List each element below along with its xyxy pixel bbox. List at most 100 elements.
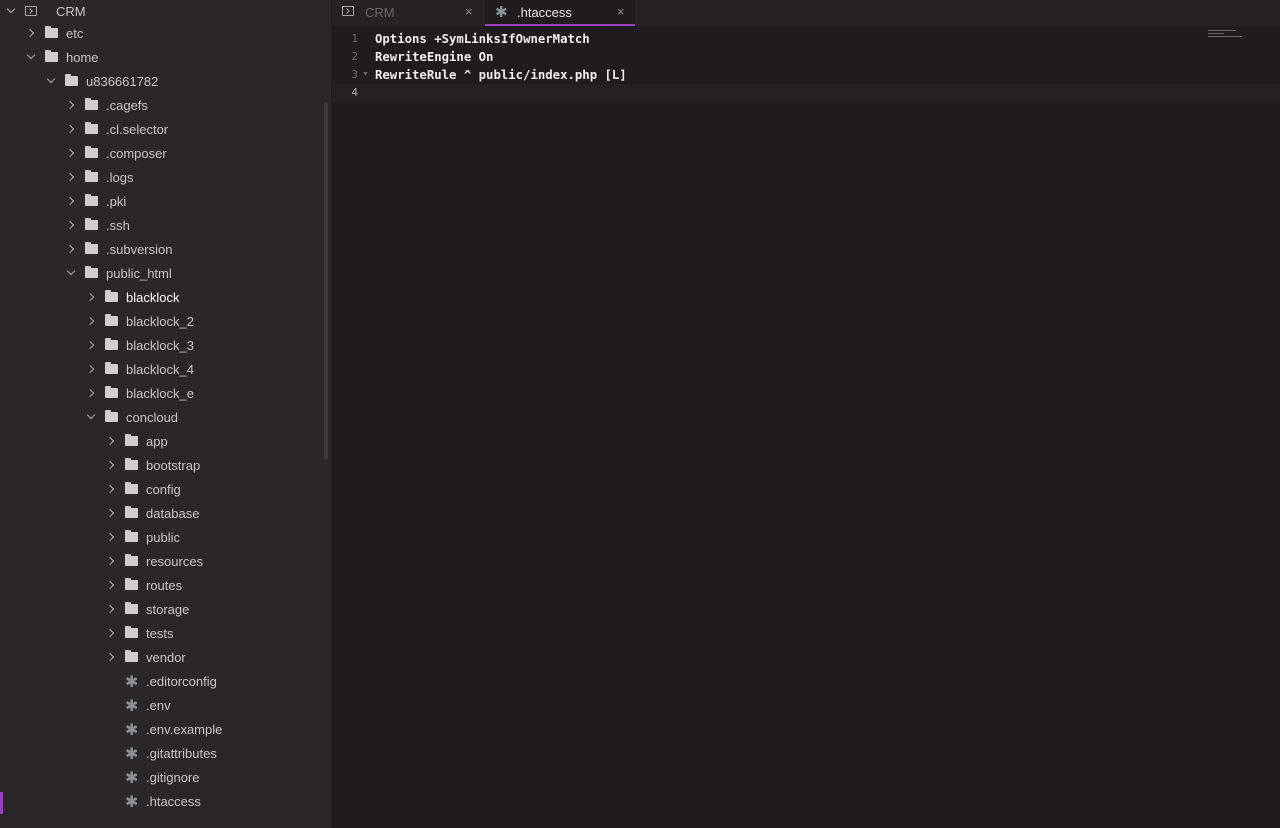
tab-crm[interactable]: CRM × <box>332 0 482 26</box>
tab-title: .htaccess <box>517 5 572 20</box>
chevron-right-icon[interactable] <box>65 196 75 206</box>
line-number: 4 <box>351 86 358 99</box>
tree-folder-bootstrap[interactable]: bootstrap <box>0 454 331 478</box>
tree-folder-cl-selector[interactable]: .cl.selector <box>0 118 331 142</box>
chevron-down-icon[interactable] <box>86 410 96 420</box>
tree-folder-concloud[interactable]: concloud <box>0 406 331 430</box>
tree-folder-composer[interactable]: .composer <box>0 142 331 166</box>
chevron-right-icon[interactable] <box>105 604 115 614</box>
tree-folder-etc[interactable]: etc <box>0 22 331 46</box>
chevron-down-icon[interactable] <box>6 4 16 14</box>
tree-folder-u836661782[interactable]: u836661782 <box>0 70 331 94</box>
folder-icon <box>85 266 98 278</box>
code-line[interactable]: Options +SymLinksIfOwnerMatch <box>375 30 590 48</box>
tree-item-label: .gitignore <box>146 770 200 785</box>
chevron-right-icon[interactable] <box>65 100 75 110</box>
tree-item-label: database <box>146 506 200 521</box>
tree-folder-tests[interactable]: tests <box>0 622 331 646</box>
code-line[interactable]: RewriteRule ^ public/index.php [L] <box>375 66 627 84</box>
project-root-row[interactable]: CRM <box>0 0 331 24</box>
tree-folder-blacklock[interactable]: blacklock <box>0 286 331 310</box>
line-number: 1 <box>351 32 358 45</box>
chevron-down-icon[interactable] <box>66 266 76 276</box>
chevron-right-icon[interactable] <box>85 316 95 326</box>
folder-icon <box>125 578 138 590</box>
tree-folder-blacklock-3[interactable]: blacklock_3 <box>0 334 331 358</box>
chevron-right-icon[interactable] <box>105 460 115 470</box>
chevron-right-icon[interactable] <box>65 244 75 254</box>
tree-file-editorconfig[interactable]: ✱ .editorconfig <box>0 670 331 694</box>
tree-file-gitattributes[interactable]: ✱ .gitattributes <box>0 742 331 766</box>
tree-folder-storage[interactable]: storage <box>0 598 331 622</box>
chevron-right-icon[interactable] <box>65 172 75 182</box>
chevron-right-icon[interactable] <box>25 28 35 38</box>
tree-folder-resources[interactable]: resources <box>0 550 331 574</box>
tree-file-env[interactable]: ✱ .env <box>0 694 331 718</box>
tree-item-label: blacklock_4 <box>126 362 194 377</box>
tree-folder-vendor[interactable]: vendor <box>0 646 331 670</box>
chevron-right-icon[interactable] <box>105 580 115 590</box>
tree-item-label: app <box>146 434 168 449</box>
tree-folder-config[interactable]: config <box>0 478 331 502</box>
folder-icon <box>85 170 98 182</box>
tree-item-label: config <box>146 482 181 497</box>
tree-folder-app[interactable]: app <box>0 430 331 454</box>
close-icon[interactable]: × <box>617 4 625 20</box>
asterisk-file-icon: ✱ <box>125 768 139 787</box>
tree-folder-home[interactable]: home <box>0 46 331 70</box>
chevron-right-icon[interactable] <box>105 508 115 518</box>
chevron-right-icon[interactable] <box>105 652 115 662</box>
folder-icon <box>105 314 118 326</box>
chevron-down-icon[interactable] <box>46 74 56 84</box>
tree-folder-subversion[interactable]: .subversion <box>0 238 331 262</box>
folder-icon <box>85 122 98 134</box>
chevron-down-icon[interactable] <box>26 50 36 60</box>
chevron-right-icon[interactable] <box>85 292 95 302</box>
tree-folder-blacklock-2[interactable]: blacklock_2 <box>0 310 331 334</box>
chevron-right-icon[interactable] <box>105 436 115 446</box>
tree-folder-blacklock-e[interactable]: blacklock_e <box>0 382 331 406</box>
tab-htaccess[interactable]: ✱ .htaccess × <box>485 0 635 26</box>
code-line[interactable]: RewriteEngine On <box>375 48 493 66</box>
asterisk-file-icon: ✱ <box>125 696 139 715</box>
tree-folder-public[interactable]: public <box>0 526 331 550</box>
chevron-right-icon[interactable] <box>85 340 95 350</box>
tree-folder-public-html[interactable]: public_html <box>0 262 331 286</box>
tree-item-label: .cl.selector <box>106 122 169 137</box>
tree-folder-ssh[interactable]: .ssh <box>0 214 331 238</box>
tree-folder-blacklock-4[interactable]: blacklock_4 <box>0 358 331 382</box>
tree-item-label: .htaccess <box>146 794 201 809</box>
chevron-right-icon[interactable] <box>105 628 115 638</box>
chevron-right-icon[interactable] <box>105 484 115 494</box>
tree-file-env-example[interactable]: ✱ .env.example <box>0 718 331 742</box>
fold-icon[interactable]: ▼ <box>362 66 369 84</box>
tree-folder-routes[interactable]: routes <box>0 574 331 598</box>
folder-icon <box>125 626 138 638</box>
chevron-right-icon[interactable] <box>105 556 115 566</box>
folder-icon <box>125 530 138 542</box>
chevron-right-icon[interactable] <box>65 124 75 134</box>
chevron-right-icon[interactable] <box>65 148 75 158</box>
tree-file-gitignore[interactable]: ✱ .gitignore <box>0 766 331 790</box>
chevron-right-icon[interactable] <box>85 364 95 374</box>
tree-item-label: .ssh <box>106 218 130 233</box>
tree-item-label: .pki <box>106 194 127 209</box>
asterisk-file-icon: ✱ <box>125 744 139 763</box>
tree-item-label: home <box>66 50 99 65</box>
tree-folder-pki[interactable]: .pki <box>0 190 331 214</box>
folder-icon <box>125 554 138 566</box>
chevron-right-icon[interactable] <box>65 220 75 230</box>
tree-folder-database[interactable]: database <box>0 502 331 526</box>
close-icon[interactable]: × <box>465 4 473 20</box>
sidebar-scrollbar[interactable] <box>324 102 328 460</box>
tree-folder-logs[interactable]: .logs <box>0 166 331 190</box>
tree-folder-cagefs[interactable]: .cagefs <box>0 94 331 118</box>
tree-file-htaccess[interactable]: ✱ .htaccess <box>0 790 331 814</box>
code-editor[interactable]: 1 Options +SymLinksIfOwnerMatch 2 RewriteEn… <box>332 26 1280 828</box>
tree-item-label: storage <box>146 602 190 617</box>
tree-item-label: concloud <box>126 410 179 425</box>
minimap[interactable] <box>1208 30 1268 40</box>
chevron-right-icon[interactable] <box>85 388 95 398</box>
current-line-highlight <box>332 84 1280 102</box>
chevron-right-icon[interactable] <box>105 532 115 542</box>
